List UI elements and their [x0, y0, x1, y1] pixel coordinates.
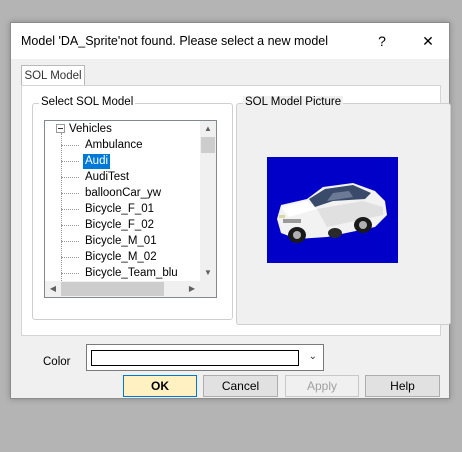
tree-item[interactable]: balloonCar_yw — [83, 186, 163, 201]
apply-button[interactable]: Apply — [285, 375, 359, 397]
tree-item[interactable]: Bicycle_M_01 — [83, 234, 159, 249]
model-picture — [267, 157, 398, 263]
scrollbar-corner — [200, 281, 216, 297]
scroll-down-icon[interactable]: ▼ — [200, 265, 216, 281]
tree-connector — [61, 193, 79, 194]
tab-sol-model[interactable]: SOL Model — [21, 65, 85, 86]
help-button[interactable]: Help — [365, 375, 440, 397]
tree-vertical-scrollbar[interactable]: ▲ ▼ — [200, 121, 216, 281]
scroll-up-icon[interactable]: ▲ — [200, 121, 216, 137]
vertical-scroll-thumb[interactable] — [201, 137, 215, 153]
tree-connector — [61, 241, 79, 242]
collapse-icon[interactable] — [56, 124, 65, 133]
tree-item[interactable]: AudiTest — [83, 170, 131, 185]
tree-connector — [61, 225, 79, 226]
tree-connector — [61, 177, 79, 178]
tree-item[interactable]: Audi — [83, 154, 111, 169]
horizontal-scroll-thumb[interactable] — [61, 282, 164, 296]
tree-connector — [61, 145, 79, 146]
tree-item[interactable]: Bicycle_Team_blu — [83, 266, 180, 281]
tree-guide-line — [61, 133, 62, 281]
chevron-down-icon[interactable]: ⌄ — [309, 351, 317, 362]
tree-connector — [61, 257, 79, 258]
select-model-group-label: Select SOL Model — [39, 96, 136, 108]
color-swatch — [91, 350, 299, 366]
scroll-right-icon[interactable]: ▶ — [184, 281, 200, 297]
tree-item-vehicles[interactable]: Vehicles — [67, 122, 114, 137]
tree-connector — [61, 273, 79, 274]
tree-item[interactable]: Ambulance — [83, 138, 145, 153]
scroll-left-icon[interactable]: ◀ — [45, 281, 61, 297]
color-label: Color — [43, 356, 71, 368]
model-tree[interactable]: Vehicles Ambulance Audi AudiTest balloonCar… — [44, 120, 217, 298]
title-bar: Model 'DA_Sprite'not found. Please selec… — [11, 23, 449, 59]
help-icon[interactable]: ? — [367, 29, 397, 53]
cancel-button[interactable]: Cancel — [203, 375, 278, 397]
dialog-title: Model 'DA_Sprite'not found. Please selec… — [21, 34, 329, 48]
tree-item[interactable]: Bicycle_F_01 — [83, 202, 156, 217]
close-icon[interactable]: ✕ — [413, 29, 443, 53]
color-combobox[interactable]: ⌄ — [86, 344, 324, 371]
tree-connector — [61, 161, 79, 162]
ok-button[interactable]: OK — [123, 375, 197, 397]
model-picture-group-label: SOL Model Picture — [243, 96, 344, 108]
tree-item[interactable]: Bicycle_F_02 — [83, 218, 156, 233]
model-select-dialog: Model 'DA_Sprite'not found. Please selec… — [10, 22, 451, 399]
tree-horizontal-scrollbar[interactable]: ◀ ▶ — [45, 281, 200, 297]
tree-connector — [61, 209, 79, 210]
car-image — [267, 157, 398, 263]
tree-item[interactable]: Bicycle_M_02 — [83, 250, 159, 265]
